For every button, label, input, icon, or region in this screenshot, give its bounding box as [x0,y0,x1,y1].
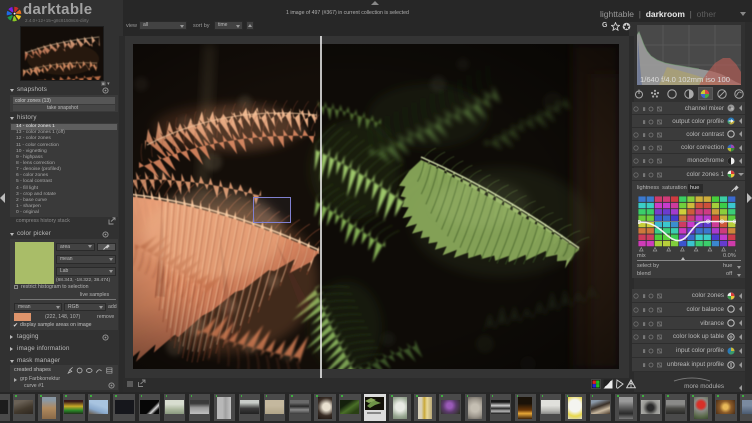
svg-text:1/640 f/4.0 102mm iso 100: 1/640 f/4.0 102mm iso 100 [640,75,730,84]
